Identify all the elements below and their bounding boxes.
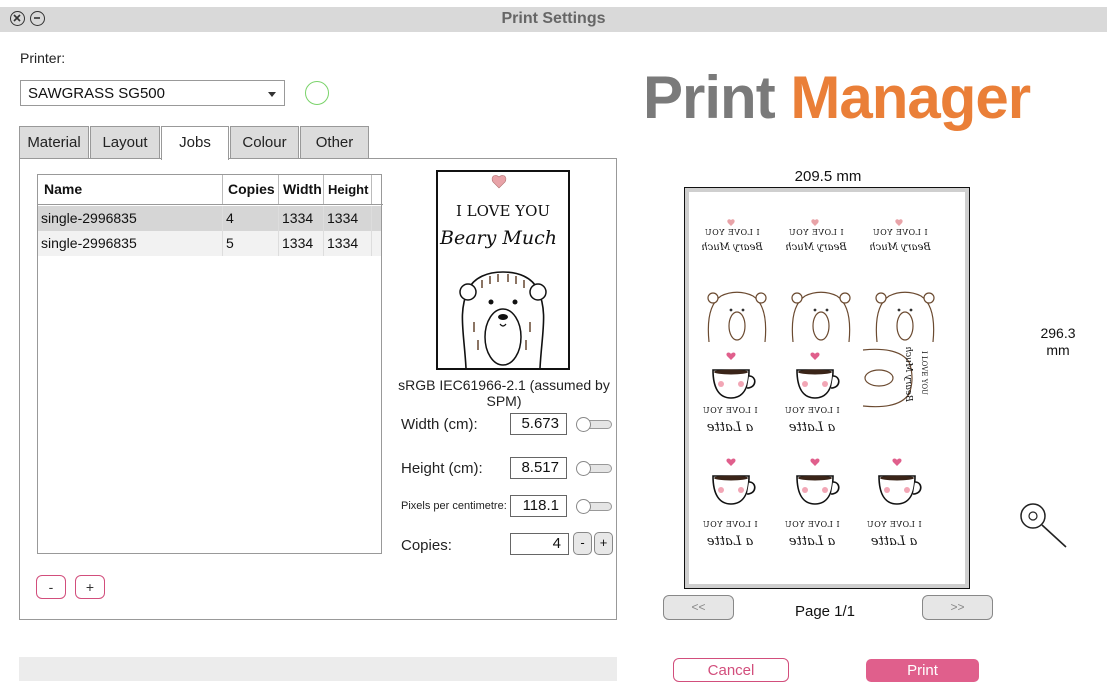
cancel-button[interactable]: Cancel bbox=[673, 658, 789, 682]
sheet-item: I LOVE YOU Beary Much bbox=[775, 218, 857, 270]
sheet-height-value: 296.3 bbox=[1040, 325, 1076, 341]
mirrored-text: a Latte bbox=[870, 534, 918, 549]
mirrored-text: I LOVE YOU bbox=[784, 520, 840, 529]
copies-label: Copies: bbox=[401, 537, 452, 554]
tab-other[interactable]: Other bbox=[300, 126, 369, 158]
ppc-label: Pixels per centimetre: bbox=[401, 500, 507, 512]
mirrored-text: I LOVE YOU bbox=[784, 406, 840, 415]
ppc-field[interactable]: 118.1 bbox=[510, 495, 567, 517]
sheet-canvas: I LOVE YOU Beary Much I LOVE YOU Beary M… bbox=[689, 192, 965, 584]
mirrored-text: I LOVE YOU bbox=[872, 228, 928, 237]
window-title: Print Settings bbox=[501, 10, 606, 27]
toggle-knob bbox=[576, 417, 591, 432]
page-indicator: Page 1/1 bbox=[794, 603, 856, 620]
next-page-button[interactable]: >> bbox=[922, 595, 993, 620]
mirrored-text: I LOVE YOU bbox=[704, 228, 760, 237]
sheet-height-unit: mm bbox=[1046, 342, 1070, 358]
mirrored-text: a Latte bbox=[788, 420, 836, 435]
logo-part2: Manager bbox=[790, 64, 1031, 131]
cell-width: 1334 bbox=[279, 206, 324, 231]
copies-increment-button[interactable]: + bbox=[594, 532, 613, 555]
column-header-name[interactable]: Name bbox=[38, 175, 223, 204]
sheet-item: I LOVE YOU a Latte bbox=[771, 514, 853, 566]
cup-drawings bbox=[712, 458, 922, 505]
column-header-height[interactable]: Height bbox=[324, 175, 372, 204]
printer-label: Printer: bbox=[20, 50, 66, 66]
mirrored-text: I LOVE YOU bbox=[702, 406, 758, 415]
sheet-height-label: 296.3 mm bbox=[1028, 325, 1088, 359]
sheet-item: I LOVE YOU Beary Much bbox=[859, 218, 941, 270]
table-row[interactable]: single-2996835 4 1334 1334 bbox=[38, 206, 381, 231]
sheet-item: I LOVE YOU a Latte bbox=[689, 400, 771, 452]
mirrored-text: I LOVE YOU bbox=[788, 228, 844, 237]
cell-height: 1334 bbox=[324, 206, 372, 231]
printer-status-icon bbox=[305, 81, 329, 105]
color-profile-label: sRGB IEC61966-2.1 (assumed by SPM) bbox=[398, 377, 610, 409]
sheet-item: I LOVE YOU a Latte bbox=[771, 400, 853, 452]
width-lock-toggle[interactable] bbox=[576, 417, 612, 432]
cell-height: 1334 bbox=[324, 231, 372, 256]
toggle-knob bbox=[576, 461, 591, 476]
ppc-lock-toggle[interactable] bbox=[576, 499, 612, 514]
width-field[interactable]: 5.673 bbox=[510, 413, 567, 435]
mirrored-text: a Latte bbox=[706, 534, 754, 549]
rotated-label: I LOVE YOU bbox=[915, 342, 931, 412]
bear-drawings bbox=[707, 291, 935, 342]
tab-layout[interactable]: Layout bbox=[90, 126, 160, 158]
title-bar: Print Settings bbox=[0, 7, 1107, 32]
mirrored-text: I LOVE YOU bbox=[920, 351, 928, 395]
prev-page-button[interactable]: << bbox=[663, 595, 734, 620]
job-preview-image: I LOVE YOU Beary Much bbox=[436, 170, 570, 370]
toggle-knob bbox=[576, 499, 591, 514]
sheet-item: I LOVE YOU Beary Much bbox=[691, 218, 773, 270]
sheet-item: I LOVE YOU a Latte bbox=[853, 514, 935, 566]
column-header-copies[interactable]: Copies bbox=[223, 175, 279, 204]
cell-name: single-2996835 bbox=[38, 231, 223, 256]
rotated-label: Beary Much bbox=[899, 342, 915, 412]
mirrored-text: Beary Much bbox=[785, 242, 847, 253]
mirrored-text: Beary Much bbox=[701, 242, 763, 253]
print-button[interactable]: Print bbox=[866, 659, 979, 682]
print-sheet-preview: I LOVE YOU Beary Much I LOVE YOU Beary M… bbox=[684, 187, 970, 589]
cell-name: single-2996835 bbox=[38, 206, 223, 231]
column-header-width[interactable]: Width bbox=[279, 175, 324, 204]
magnifier-icon[interactable] bbox=[1017, 500, 1069, 552]
height-field[interactable]: 8.517 bbox=[510, 457, 567, 479]
print-manager-logo: Print Manager bbox=[643, 63, 1031, 132]
sheet-width-label: 209.5 mm bbox=[794, 168, 862, 185]
cell-copies: 5 bbox=[223, 231, 279, 256]
cell-width: 1334 bbox=[279, 231, 324, 256]
tab-colour[interactable]: Colour bbox=[230, 126, 299, 158]
table-row[interactable]: single-2996835 5 1334 1334 bbox=[38, 231, 381, 256]
tab-jobs[interactable]: Jobs bbox=[161, 126, 229, 160]
add-job-button[interactable]: + bbox=[75, 575, 105, 599]
copies-field[interactable]: 4 bbox=[510, 533, 569, 555]
tab-material[interactable]: Material bbox=[19, 126, 89, 158]
remove-job-button[interactable]: - bbox=[36, 575, 66, 599]
preview-line2: Beary Much bbox=[439, 227, 557, 249]
height-lock-toggle[interactable] bbox=[576, 461, 612, 476]
height-label: Height (cm): bbox=[401, 460, 483, 477]
chevron-down-icon bbox=[268, 92, 276, 97]
printer-select-value: SAWGRASS SG500 bbox=[28, 85, 165, 102]
mirrored-text: I LOVE YOU bbox=[866, 520, 922, 529]
table-header: Name Copies Width Height bbox=[38, 175, 383, 205]
printer-select[interactable]: SAWGRASS SG500 bbox=[20, 80, 285, 106]
width-label: Width (cm): bbox=[401, 416, 478, 433]
mirrored-text: Beary Much bbox=[869, 242, 931, 253]
preview-line1: I LOVE YOU bbox=[456, 202, 550, 220]
logo-part1: Print bbox=[643, 64, 791, 131]
mirrored-text: a Latte bbox=[788, 534, 836, 549]
sheet-item: I LOVE YOU a Latte bbox=[689, 514, 771, 566]
mirrored-text: I LOVE YOU bbox=[702, 520, 758, 529]
cell-copies: 4 bbox=[223, 206, 279, 231]
status-bar bbox=[19, 657, 617, 681]
jobs-table: Name Copies Width Height single-2996835 … bbox=[37, 174, 383, 554]
mirrored-text: Beary Much bbox=[903, 346, 913, 402]
mirrored-text: a Latte bbox=[706, 420, 754, 435]
copies-decrement-button[interactable]: - bbox=[573, 532, 592, 555]
